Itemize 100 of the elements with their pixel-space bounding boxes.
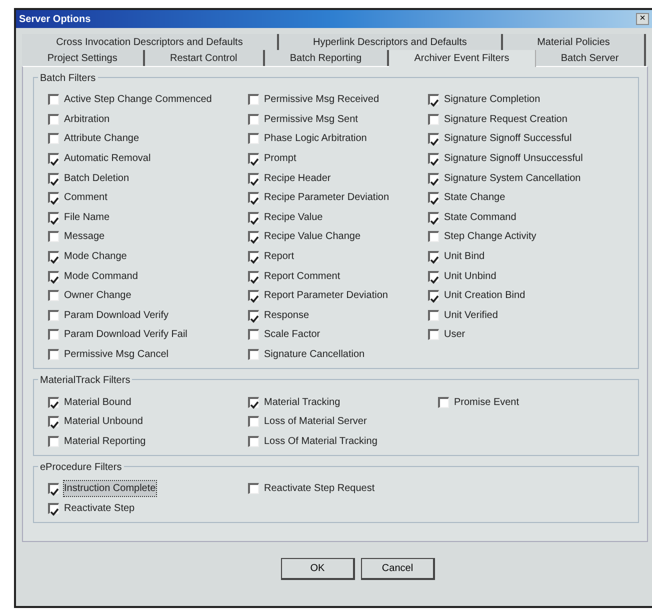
checkbox-label: Active Step Change Commenced [64, 93, 212, 108]
checkbox-label: Reactivate Step [64, 502, 135, 516]
checkbox[interactable] [48, 172, 59, 184]
checkbox[interactable] [248, 153, 259, 164]
checkbox[interactable] [248, 114, 259, 125]
checkbox-label: State Change [444, 191, 506, 206]
checkbox-label: Phase Logic Arbitration [264, 132, 367, 146]
checkbox[interactable] [48, 310, 59, 321]
checkbox-label: Recipe Value Change [264, 230, 361, 244]
checkbox[interactable] [48, 436, 59, 447]
checkbox[interactable] [48, 133, 59, 144]
checkbox-label: Param Download Verify Fail [64, 328, 188, 342]
checkbox-label: Arbitration [64, 112, 110, 127]
checkbox[interactable] [48, 396, 59, 408]
checkbox-label: Instruction Complete [64, 481, 156, 496]
checkbox-label: Permissive Msg Sent [264, 112, 358, 127]
checkbox-label: Promise Event [454, 396, 520, 410]
ok-button[interactable]: OK [281, 558, 355, 580]
checkbox[interactable] [48, 329, 59, 340]
checkbox-label: State Command [444, 210, 516, 225]
tab[interactable]: Hyperlink Descriptors and Defaults [278, 34, 504, 50]
tab[interactable]: Cross Invocation Descriptors and Defaults [22, 34, 279, 50]
checkbox-label: Material Reporting [64, 434, 146, 449]
checkbox-label: Material Tracking [264, 396, 340, 410]
checkbox-label: Unit Bind [444, 250, 485, 264]
checkbox[interactable] [428, 231, 439, 242]
checkbox-label: Recipe Parameter Deviation [264, 191, 390, 206]
checkbox[interactable] [428, 251, 439, 262]
window-title: Server Options [19, 12, 91, 26]
checkbox[interactable] [48, 290, 59, 302]
checkbox[interactable] [428, 172, 439, 184]
checkbox-label: Material Unbound [64, 415, 143, 430]
checkbox[interactable] [248, 349, 259, 360]
checkbox-label: Report Comment [264, 270, 340, 284]
tab[interactable]: Material Policies [503, 34, 646, 50]
checkbox[interactable] [48, 502, 59, 514]
checkbox[interactable] [248, 436, 259, 447]
checkbox-label: Unit Unbind [444, 270, 496, 284]
checkbox[interactable] [248, 270, 259, 282]
checkbox[interactable] [438, 396, 449, 408]
cancel-button[interactable]: Cancel [361, 558, 435, 580]
checkbox[interactable] [48, 483, 59, 494]
checkbox-label: User [444, 328, 466, 342]
tab[interactable]: Archiver Event Filters [388, 50, 536, 67]
checkbox-label: Prompt [264, 152, 296, 166]
checkbox[interactable] [248, 483, 259, 494]
checkbox[interactable] [48, 251, 59, 262]
checkbox[interactable] [48, 192, 59, 204]
checkbox[interactable] [428, 290, 439, 302]
checkbox[interactable] [428, 192, 439, 204]
checkbox-label: Material Bound [64, 396, 132, 410]
checkbox[interactable] [48, 231, 59, 242]
checkbox-label: Permissive Msg Cancel [64, 348, 168, 362]
checkbox[interactable] [48, 416, 59, 428]
checkbox[interactable] [48, 212, 59, 223]
checkbox[interactable] [248, 416, 259, 428]
checkbox-label: Report Parameter Deviation [264, 289, 388, 304]
checkbox[interactable] [248, 212, 259, 223]
checkbox-label: Response [264, 308, 310, 323]
tab[interactable]: Restart Control [144, 50, 265, 66]
checkbox[interactable] [248, 133, 259, 144]
checkbox[interactable] [428, 329, 439, 340]
checkbox[interactable] [248, 310, 259, 321]
checkbox[interactable] [248, 231, 259, 242]
checkbox-label: Owner Change [64, 289, 132, 304]
checkbox[interactable] [428, 153, 439, 164]
checkbox-label: Permissive Msg Received [264, 93, 380, 108]
checkbox[interactable] [248, 396, 259, 408]
checkbox[interactable] [248, 329, 259, 340]
checkbox[interactable] [428, 310, 439, 321]
tab[interactable]: Project Settings [22, 50, 145, 66]
checkbox[interactable] [48, 349, 59, 360]
checkbox-label: Recipe Value [264, 210, 323, 225]
close-button[interactable]: × [636, 13, 649, 25]
checkbox[interactable] [428, 94, 439, 106]
checkbox[interactable] [48, 114, 59, 125]
checkbox[interactable] [248, 192, 259, 204]
checkbox[interactable] [248, 290, 259, 302]
checkbox-label: Signature Signoff Unsuccessful [444, 152, 583, 166]
checkbox[interactable] [48, 270, 59, 282]
checkbox[interactable] [48, 94, 59, 106]
tab[interactable]: Batch Reporting [264, 50, 389, 66]
checkbox[interactable] [248, 94, 259, 106]
checkbox-label: Param Download Verify [64, 308, 168, 323]
tab[interactable]: Batch Server [536, 50, 646, 66]
checkbox-label: Message [64, 230, 105, 244]
checkbox-label: Signature Completion [444, 93, 540, 108]
checkbox-label: Report [264, 250, 294, 264]
checkbox-label: Reactivate Step Request [264, 482, 375, 496]
checkbox-label: Scale Factor [264, 328, 320, 342]
checkbox[interactable] [48, 153, 59, 164]
checkbox[interactable] [428, 133, 439, 144]
checkbox-label: Signature Signoff Successful [444, 132, 572, 146]
checkbox[interactable] [248, 172, 259, 184]
checkbox[interactable] [428, 114, 439, 125]
checkbox[interactable] [428, 212, 439, 223]
checkbox-label: Signature Request Creation [444, 112, 568, 127]
checkbox-label: Unit Verified [444, 308, 498, 323]
checkbox[interactable] [248, 251, 259, 262]
checkbox[interactable] [428, 270, 439, 282]
